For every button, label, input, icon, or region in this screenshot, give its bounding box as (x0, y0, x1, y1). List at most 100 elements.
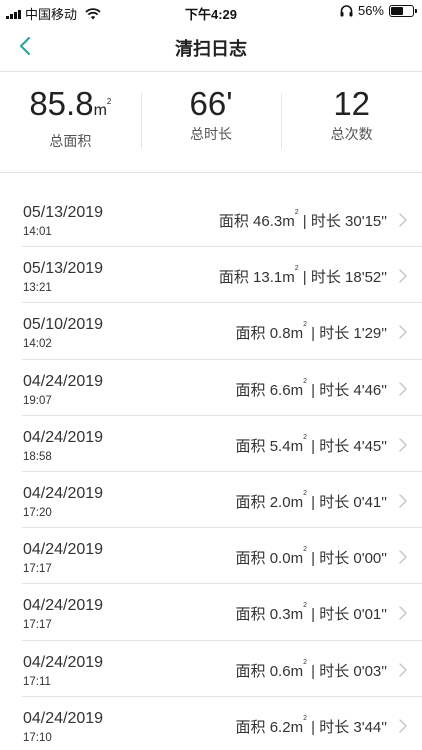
log-duration: | 时长 4'46'' (306, 381, 387, 399)
log-entry-row[interactable]: 04/24/2019 19:07 面积 6.6m2 | 时长 4'46'' (22, 360, 422, 416)
log-time: 17:11 (23, 675, 51, 688)
log-area-sup: 2 (303, 602, 307, 610)
log-date: 05/13/2019 (23, 204, 104, 221)
log-duration: | 时长 0'00'' (306, 550, 387, 568)
total-duration-label: 总时长 (190, 126, 232, 142)
log-detail: 面积 6.2m2 | 时长 3'44'' (235, 714, 387, 737)
battery-icon (389, 4, 417, 17)
log-area: 面积 13.1m (218, 269, 295, 287)
log-entry-row[interactable]: 04/24/2019 17:20 面积 2.0m2 | 时长 0'41'' (22, 472, 422, 529)
log-detail: 面积 2.0m2 | 时长 0'41'' (235, 489, 387, 512)
log-date: 04/24/2019 (23, 484, 104, 502)
log-area: 面积 0.0m (235, 550, 304, 568)
log-area: 面积 6.2m (235, 718, 304, 736)
log-entry-row[interactable]: 04/24/2019 17:17 面积 0.0m2 | 时长 0'00'' (22, 528, 422, 585)
log-duration: | 时长 3'44'' (306, 718, 387, 736)
log-time: 17:17 (23, 619, 52, 632)
chevron-right-icon (399, 662, 407, 677)
battery-percent: 56% (357, 3, 384, 18)
status-right: 56% (340, 3, 417, 18)
log-duration: | 时长 0'41'' (306, 493, 387, 511)
log-date: 04/24/2019 (23, 709, 104, 727)
log-duration: | 时长 30'15'' (298, 213, 387, 230)
total-area-label: 总面积 (49, 133, 92, 149)
chevron-right-icon (399, 606, 407, 621)
log-time: 17:20 (23, 506, 52, 519)
chevron-right-icon (399, 494, 407, 508)
log-area: 面积 46.3m (218, 213, 295, 230)
log-detail: 面积 13.1m2 | 时长 18'52'' (218, 265, 387, 287)
total-area-value: 85.8m2 (29, 85, 112, 122)
page-title: 清扫日志 (175, 39, 247, 59)
log-entry-row[interactable]: 04/24/2019 17:11 面积 0.6m2 | 时长 0'03'' (22, 641, 422, 697)
log-date: 04/24/2019 (23, 428, 104, 446)
log-area-sup: 2 (303, 489, 307, 497)
log-area-sup: 2 (294, 209, 299, 216)
log-area: 面积 0.6m (235, 662, 304, 680)
total-area-stat: 85.8m2 总面积 (0, 73, 141, 172)
log-date: 05/10/2019 (23, 316, 104, 334)
log-area-sup: 2 (294, 265, 299, 273)
log-area-sup: 2 (303, 546, 307, 554)
log-duration: | 时长 4'45'' (306, 437, 387, 455)
log-time: 17:17 (23, 563, 52, 576)
log-time: 17:10 (23, 731, 52, 744)
log-area: 面积 0.8m (235, 325, 304, 343)
log-area-sup: 2 (303, 658, 307, 666)
log-date: 04/24/2019 (23, 541, 104, 559)
log-detail: 面积 0.8m2 | 时长 1'29'' (235, 321, 387, 343)
log-duration: | 时长 0'01'' (306, 606, 387, 624)
log-entry-row[interactable]: 05/10/2019 14:02 面积 0.8m2 | 时长 1'29'' (22, 303, 422, 360)
log-area: 面积 6.6m (235, 381, 304, 399)
log-duration: | 时长 18'52'' (298, 269, 387, 287)
log-date: 05/13/2019 (23, 260, 104, 278)
cleaning-log-list: 05/13/2019 14:01 面积 46.3m2 | 时长 30'15'' 05/… (0, 191, 422, 750)
log-time: 14:02 (23, 338, 52, 351)
log-area-sup: 2 (303, 433, 307, 441)
log-detail: 面积 0.3m2 | 时长 0'01'' (235, 602, 387, 624)
chevron-right-icon (399, 438, 407, 452)
log-entry-row[interactable]: 04/24/2019 17:10 面积 6.2m2 | 时长 3'44'' (22, 697, 422, 750)
log-detail: 面积 0.0m2 | 时长 0'00'' (235, 546, 387, 568)
total-duration-stat: 66' 总时长 (140, 73, 282, 172)
nav-bar: 清扫日志 (0, 22, 422, 72)
log-area-sup: 2 (303, 321, 307, 329)
chevron-right-icon (399, 325, 407, 340)
total-area-unit: m2 (93, 97, 112, 119)
chevron-right-icon (399, 550, 407, 564)
log-detail: 面积 5.4m2 | 时长 4'45'' (235, 433, 387, 456)
total-count-stat: 12 总次数 (281, 73, 422, 172)
log-time: 18:58 (23, 450, 52, 463)
total-count-value: 12 (333, 85, 371, 122)
log-area-sup: 2 (303, 377, 307, 385)
log-detail: 面积 46.3m2 | 时长 30'15'' (218, 209, 387, 231)
log-area: 面积 5.4m (235, 437, 304, 455)
log-area: 面积 2.0m (235, 493, 304, 511)
total-duration-value: 66' (189, 85, 233, 122)
log-detail: 面积 0.6m2 | 时长 0'03'' (235, 658, 387, 681)
chevron-right-icon (399, 213, 407, 227)
log-duration: | 时长 0'03'' (306, 662, 387, 680)
log-time: 14:01 (23, 226, 52, 238)
chevron-right-icon (399, 381, 407, 396)
log-entry-row[interactable]: 05/13/2019 14:01 面积 46.3m2 | 时长 30'15'' (22, 191, 422, 248)
section-divider (0, 172, 422, 191)
log-date: 04/24/2019 (23, 372, 104, 390)
headphones-icon (340, 4, 353, 16)
total-count-label: 总次数 (330, 126, 373, 142)
log-entry-row[interactable]: 05/13/2019 13:21 面积 13.1m2 | 时长 18'52'' (22, 247, 422, 304)
log-time: 13:21 (23, 282, 52, 295)
log-detail: 面积 6.6m2 | 时长 4'46'' (235, 377, 387, 400)
summary-panel: 85.8m2 总面积 66' 总时长 12 总次数 (0, 73, 422, 172)
chevron-right-icon (399, 269, 407, 283)
log-entry-row[interactable]: 04/24/2019 18:58 面积 5.4m2 | 时长 4'45'' (22, 416, 422, 472)
log-entry-row[interactable]: 04/24/2019 17:17 面积 0.3m2 | 时长 0'01'' (22, 584, 422, 641)
log-date: 04/24/2019 (23, 653, 104, 671)
log-date: 04/24/2019 (23, 597, 104, 615)
log-time: 19:07 (23, 394, 52, 407)
chevron-right-icon (399, 718, 407, 733)
log-area: 面积 0.3m (235, 606, 304, 624)
status-bar: 中国移动 下午4:29 56% (0, 0, 422, 22)
log-duration: | 时长 1'29'' (306, 325, 387, 343)
log-area-sup: 2 (303, 714, 307, 722)
